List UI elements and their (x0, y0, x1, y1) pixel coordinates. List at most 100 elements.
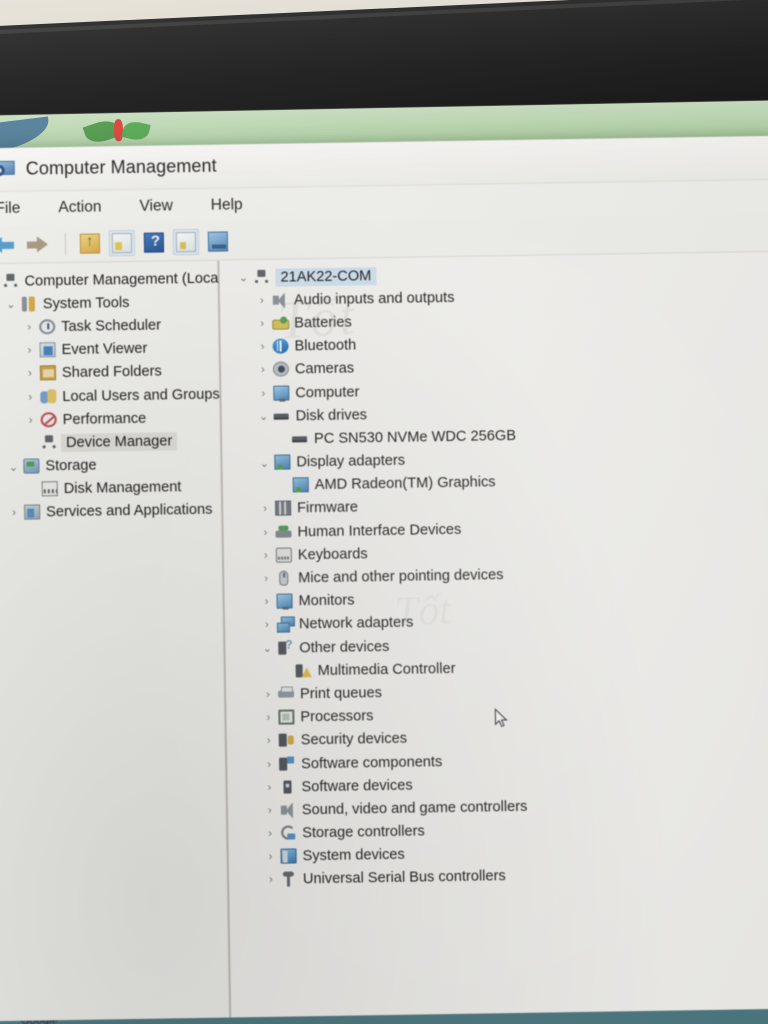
sound-icon (278, 801, 299, 819)
window-title: Computer Management (25, 155, 217, 179)
display-adapter-icon (272, 454, 293, 472)
tree-item-label: Network adapters (298, 614, 414, 633)
computer-management-icon (0, 272, 21, 290)
tree-item-label: Disk Management (63, 479, 182, 498)
bluetooth-icon (270, 338, 291, 356)
tree-item-label: Processors (300, 708, 374, 726)
printer-icon (276, 685, 297, 703)
tree-item-label: Universal Serial Bus controllers (302, 868, 506, 888)
disk-management-icon (40, 480, 61, 498)
chevron-right-icon[interactable]: › (23, 414, 39, 426)
computer-management-window: Computer Management File Action View Hel… (0, 135, 768, 1022)
tree-item-label: PC SN530 NVMe WDC 256GB (313, 427, 517, 448)
chevron-right-icon[interactable]: › (257, 526, 273, 539)
display-adapter-icon (291, 476, 312, 494)
tree-item-label: AMD Radeon(TM) Graphics (314, 474, 496, 494)
chevron-right-icon[interactable]: › (22, 391, 38, 403)
device-tree-pane[interactable]: Tốt Tốt ⌄ 21AK22-COM › Audio inputs and o… (218, 251, 768, 1018)
tree-item-label: Multimedia Controller (317, 660, 456, 679)
tree-item-label: Display adapters (296, 452, 406, 471)
chevron-right-icon[interactable]: › (258, 596, 274, 608)
computer-device-icon (251, 268, 272, 286)
chevron-right-icon[interactable]: › (260, 712, 276, 724)
toolbar-separator (64, 232, 67, 255)
device-manager-icon (39, 434, 60, 452)
wallpaper-leaf-right (121, 119, 151, 143)
performance-icon (39, 411, 60, 429)
up-one-level-icon[interactable] (77, 230, 103, 256)
menu-action[interactable]: Action (54, 196, 105, 219)
tree-item-label: Sound, video and game controllers (301, 798, 528, 819)
tree-item-label: Services and Applications (46, 502, 213, 521)
storage-controller-icon (278, 824, 299, 842)
usb-icon (279, 871, 300, 889)
chevron-right-icon[interactable]: › (261, 735, 277, 747)
photo-of-laptop-screen: Google Chrome Computer Management File A… (0, 0, 768, 1024)
tree-item-label: Computer (295, 383, 360, 401)
battery-icon (270, 314, 291, 332)
mouse-icon (274, 569, 295, 587)
users-icon (38, 388, 59, 406)
chevron-right-icon[interactable]: › (255, 387, 271, 399)
menu-view[interactable]: View (135, 195, 177, 218)
chevron-right-icon[interactable]: › (258, 573, 274, 585)
chevron-right-icon[interactable]: › (262, 805, 278, 817)
help-icon[interactable] (141, 229, 167, 255)
tree-item-label: Storage controllers (302, 823, 425, 842)
chevron-right-icon[interactable]: › (254, 318, 270, 330)
chevron-down-icon[interactable]: ⌄ (3, 298, 19, 311)
chevron-right-icon[interactable]: › (22, 345, 38, 357)
show-hide-console-tree-icon[interactable] (108, 229, 136, 256)
mouse-cursor (494, 708, 508, 728)
console-tree-root-label: Computer Management (Local) (24, 270, 227, 290)
tree-item-label: Bluetooth (294, 337, 357, 355)
chevron-right-icon[interactable]: › (263, 851, 279, 863)
tree-item-label: Security devices (300, 731, 408, 749)
chevron-right-icon[interactable]: › (21, 321, 37, 334)
disk-drive-icon (290, 430, 311, 448)
other-device-icon (275, 639, 296, 657)
console-tree-pane[interactable]: ⌄ Computer Management (Local) ⌄ System To… (0, 260, 231, 1022)
tree-item-label: Software devices (301, 777, 413, 796)
chevron-down-icon[interactable]: ⌄ (259, 642, 275, 655)
chevron-down-icon[interactable]: ⌄ (5, 460, 21, 473)
tree-item-label: Keyboards (297, 546, 368, 564)
menu-help[interactable]: Help (207, 194, 247, 217)
shared-folders-icon (38, 364, 59, 382)
tree-item-label: Human Interface Devices (297, 521, 462, 541)
monitor-icon (271, 384, 292, 402)
storage-icon (21, 457, 42, 475)
properties-icon[interactable] (172, 228, 200, 255)
chevron-right-icon[interactable]: › (257, 503, 273, 515)
menu-file[interactable]: File (0, 198, 25, 221)
chevron-down-icon[interactable]: ⌄ (235, 271, 251, 284)
chevron-right-icon[interactable]: › (259, 619, 275, 631)
chevron-right-icon[interactable]: › (6, 507, 22, 519)
chevron-right-icon[interactable]: › (22, 368, 38, 380)
chevron-right-icon[interactable]: › (261, 758, 277, 770)
console-tree-item-services-and-applications[interactable]: › Services and Applications (0, 498, 221, 525)
tree-item-label: Performance (62, 410, 147, 428)
chevron-right-icon[interactable]: › (263, 874, 279, 886)
forward-arrow-icon[interactable] (24, 231, 54, 257)
audio-icon (270, 291, 291, 309)
tree-item-label: Mice and other pointing devices (298, 567, 504, 587)
back-arrow-icon[interactable] (0, 231, 18, 257)
chevron-right-icon[interactable]: › (261, 781, 277, 794)
chevron-right-icon[interactable]: › (260, 689, 276, 701)
tree-item-label: Event Viewer (61, 340, 148, 359)
system-tools-icon (19, 295, 40, 313)
chevron-right-icon[interactable]: › (258, 550, 274, 562)
chevron-down-icon[interactable]: ⌄ (256, 410, 272, 423)
keyboard-icon (274, 546, 295, 564)
chevron-right-icon[interactable]: › (254, 295, 270, 307)
chevron-right-icon[interactable]: › (255, 364, 271, 376)
tree-item-label: Print queues (299, 685, 383, 703)
chevron-right-icon[interactable]: › (262, 828, 278, 840)
chevron-right-icon[interactable]: › (254, 341, 270, 353)
clock-icon (37, 318, 58, 336)
tree-item-label: Local Users and Groups (62, 386, 220, 405)
chevron-down-icon[interactable]: ⌄ (256, 456, 272, 469)
camera-icon (271, 361, 292, 379)
scan-for-hardware-changes-icon[interactable] (205, 228, 231, 254)
